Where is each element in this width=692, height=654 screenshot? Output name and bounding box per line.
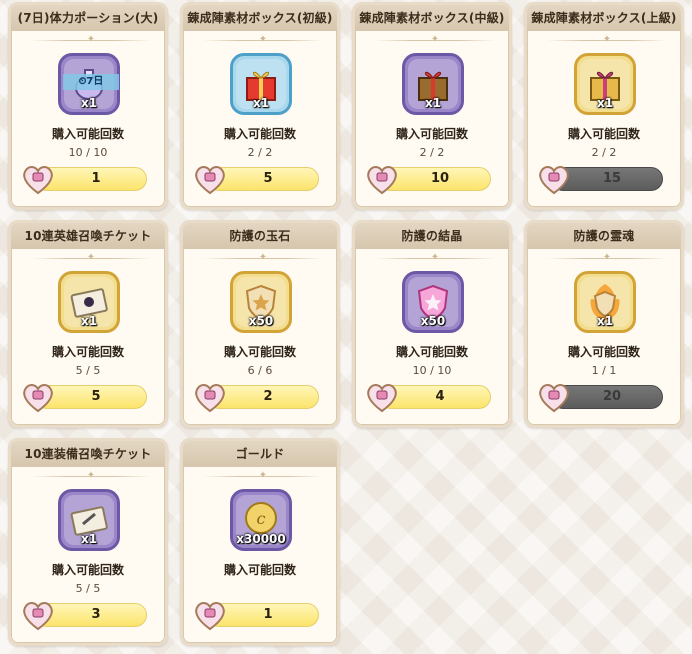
svg-text:c: c: [257, 509, 266, 528]
purchase-limit-label: 購入可能回数: [51, 563, 124, 577]
shop-item-card[interactable]: 10連英雄召喚チケット ✦ x1 購入可能回数 5 / 5 5: [8, 220, 168, 428]
shop-item-card[interactable]: 防護の玉石 ✦ x50 購入可能回数 6 / 6 2: [180, 220, 340, 428]
price-value: 2: [263, 389, 273, 404]
item-title: (7日)体力ポーション(大): [11, 5, 165, 31]
shop-item-card[interactable]: 防護の霊魂 ✦ x1 購入可能回数 1 / 1 20: [524, 220, 684, 428]
item-quantity: x1: [252, 96, 270, 110]
shop-item-card[interactable]: 錬成陣素材ボックス(上級) ✦ x1 購入可能回数 2 / 2 15: [524, 2, 684, 210]
item-title: 10連英雄召喚チケット: [11, 223, 165, 249]
price-value: 20: [602, 389, 622, 404]
purchase-limit-label: 購入可能回数: [395, 127, 468, 141]
purchase-limit-count: 1 / 1: [591, 364, 617, 377]
item-quantity: x1: [424, 96, 442, 110]
price-value: 5: [263, 171, 273, 186]
purchase-limit-count: 2 / 2: [419, 146, 445, 159]
item-icon-frame[interactable]: x1: [574, 53, 636, 115]
purchase-limit-label: 購入可能回数: [567, 127, 640, 141]
buy-button[interactable]: 3: [23, 602, 147, 631]
price-value: 10: [430, 171, 450, 186]
divider-ornament: ✦: [31, 35, 151, 45]
buy-button[interactable]: 15: [539, 166, 663, 195]
divider-ornament: ✦: [203, 471, 323, 481]
purchase-limit-count: 10 / 10: [68, 146, 108, 159]
purchase-limit-count: 5 / 5: [75, 364, 101, 377]
item-icon-frame[interactable]: x1: [58, 271, 120, 333]
item-title: 錬成陣素材ボックス(中級): [355, 5, 509, 31]
divider-ornament: ✦: [31, 471, 151, 481]
divider-ornament: ✦: [203, 253, 323, 263]
item-icon-frame[interactable]: x1: [402, 53, 464, 115]
purchase-limit-label: 購入可能回数: [51, 345, 124, 359]
divider-ornament: ✦: [375, 253, 495, 263]
buy-button[interactable]: 5: [23, 384, 147, 413]
purchase-limit-label: 購入可能回数: [395, 345, 468, 359]
purchase-limit-count: 2 / 2: [591, 146, 617, 159]
item-quantity: x1: [596, 314, 614, 328]
item-icon-frame[interactable]: x1: [58, 489, 120, 551]
purchase-limit-count: 2 / 2: [247, 146, 273, 159]
item-quantity: x30000: [236, 532, 286, 546]
divider-ornament: ✦: [203, 35, 323, 45]
purchase-limit-label: 購入可能回数: [223, 563, 296, 577]
price-value: 3: [91, 607, 101, 622]
price-value: 4: [435, 389, 445, 404]
shop-item-card[interactable]: 錬成陣素材ボックス(初級) ✦ x1 購入可能回数 2 / 2 5: [180, 2, 340, 210]
purchase-limit-label: 購入可能回数: [223, 127, 296, 141]
buy-button[interactable]: 1: [23, 166, 147, 195]
item-title: 防護の結晶: [355, 223, 509, 249]
price-value: 1: [263, 607, 273, 622]
shop-item-card[interactable]: (7日)体力ポーション(大) ✦ ⏲7日 x1 購入可能回数 10 / 10 1: [8, 2, 168, 210]
item-icon-frame[interactable]: x1: [230, 53, 292, 115]
shop-item-card[interactable]: 錬成陣素材ボックス(中級) ✦ x1 購入可能回数 2 / 2 10: [352, 2, 512, 210]
divider-ornament: ✦: [547, 35, 667, 45]
buy-button[interactable]: 4: [367, 384, 491, 413]
item-title: 防護の霊魂: [527, 223, 681, 249]
item-icon-frame[interactable]: x50: [230, 271, 292, 333]
buy-button[interactable]: 2: [195, 384, 319, 413]
item-quantity: x1: [596, 96, 614, 110]
item-icon-frame[interactable]: c x30000: [230, 489, 292, 551]
purchase-limit-count: 5 / 5: [75, 582, 101, 595]
divider-ornament: ✦: [31, 253, 151, 263]
price-value: 15: [602, 171, 622, 186]
buy-button[interactable]: 10: [367, 166, 491, 195]
divider-ornament: ✦: [375, 35, 495, 45]
item-quantity: x50: [420, 314, 446, 328]
item-quantity: x1: [80, 314, 98, 328]
divider-ornament: ✦: [547, 253, 667, 263]
item-icon-frame[interactable]: ⏲7日 x1: [58, 53, 120, 115]
item-title: ゴールド: [183, 441, 337, 467]
price-value: 1: [91, 171, 101, 186]
shop-item-card[interactable]: ゴールド ✦ c x30000 購入可能回数 1: [180, 438, 340, 646]
buy-button[interactable]: 1: [195, 602, 319, 631]
item-quantity: x50: [248, 314, 274, 328]
item-title: 錬成陣素材ボックス(上級): [527, 5, 681, 31]
item-icon-frame[interactable]: x1: [574, 271, 636, 333]
item-quantity: x1: [80, 96, 98, 110]
shop-item-card[interactable]: 防護の結晶 ✦ x50 購入可能回数 10 / 10 4: [352, 220, 512, 428]
buy-button[interactable]: 20: [539, 384, 663, 413]
price-value: 5: [91, 389, 101, 404]
shop-item-card[interactable]: 10連装備召喚チケット ✦ x1 購入可能回数 5 / 5 3: [8, 438, 168, 646]
item-quantity: x1: [80, 532, 98, 546]
buy-button[interactable]: 5: [195, 166, 319, 195]
purchase-limit-label: 購入可能回数: [567, 345, 640, 359]
item-icon-frame[interactable]: x50: [402, 271, 464, 333]
purchase-limit-label: 購入可能回数: [223, 345, 296, 359]
item-title: 防護の玉石: [183, 223, 337, 249]
item-title: 錬成陣素材ボックス(初級): [183, 5, 337, 31]
purchase-limit-count: 10 / 10: [412, 364, 452, 377]
duration-badge: ⏲7日: [63, 74, 119, 90]
purchase-limit-label: 購入可能回数: [51, 127, 124, 141]
item-title: 10連装備召喚チケット: [11, 441, 165, 467]
purchase-limit-count: 6 / 6: [247, 364, 273, 377]
